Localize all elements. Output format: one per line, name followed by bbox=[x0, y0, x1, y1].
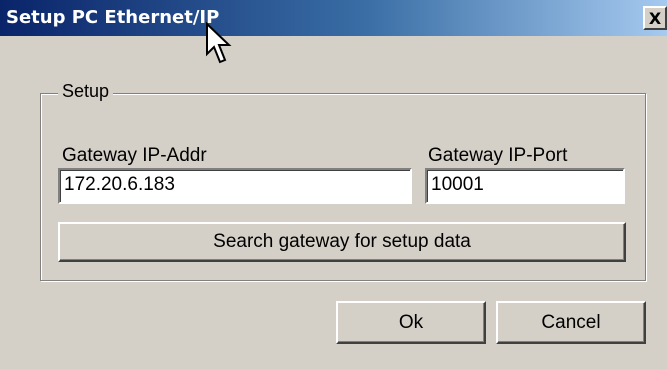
search-gateway-button[interactable]: Search gateway for setup data bbox=[58, 222, 626, 262]
title-bar[interactable]: Setup PC Ethernet/IP X bbox=[0, 0, 667, 36]
close-icon: X bbox=[648, 8, 662, 28]
setup-dialog: Setup PC Ethernet/IP X Setup Gateway IP-… bbox=[0, 0, 667, 369]
close-button[interactable]: X bbox=[643, 6, 667, 30]
gateway-ip-label: Gateway IP-Addr bbox=[62, 145, 207, 166]
ok-button-label: Ok bbox=[398, 311, 424, 333]
mouse-pointer-icon bbox=[206, 22, 232, 64]
cancel-button-label: Cancel bbox=[541, 311, 601, 333]
setup-group-label: Setup bbox=[58, 81, 114, 102]
search-gateway-button-label: Search gateway for setup data bbox=[213, 231, 471, 252]
window-title: Setup PC Ethernet/IP bbox=[6, 7, 220, 28]
gateway-port-label: Gateway IP-Port bbox=[428, 145, 568, 166]
ok-button[interactable]: Ok bbox=[336, 301, 486, 344]
gateway-port-field[interactable]: 10001 bbox=[425, 168, 625, 204]
cancel-button[interactable]: Cancel bbox=[496, 301, 646, 344]
gateway-ip-field[interactable]: 172.20.6.183 bbox=[58, 168, 412, 204]
